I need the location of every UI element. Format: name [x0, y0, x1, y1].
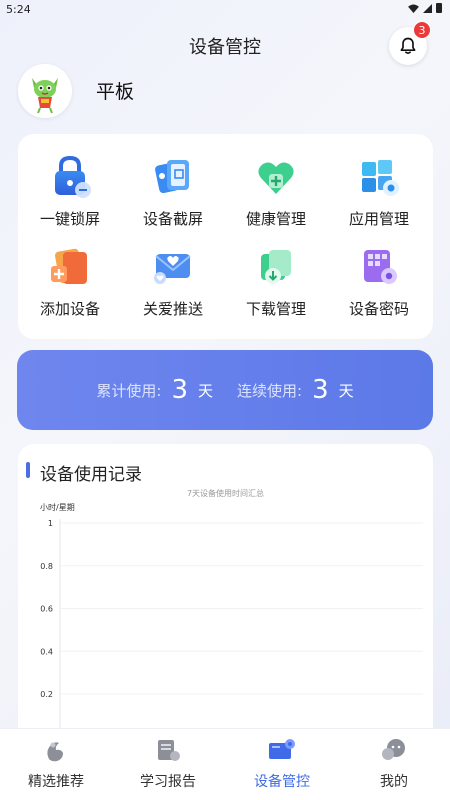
- download-management-button[interactable]: 下载管理: [226, 244, 326, 334]
- status-time: 5:24: [6, 3, 31, 16]
- grid-item-label: 健康管理: [245, 210, 306, 228]
- y-tick-label: 0.8: [40, 562, 53, 571]
- grid-item-label: 一键锁屏: [39, 210, 100, 228]
- device-name: 平板: [96, 81, 135, 103]
- consecutive-usage-label: 连续使用:: [237, 381, 303, 400]
- notification-button[interactable]: 3: [389, 21, 431, 65]
- grid-item-label: 设备密码: [348, 300, 409, 318]
- y-tick-label: 0.6: [40, 605, 53, 614]
- usage-row: 累计使用: 3 天 连续使用: 3 天: [17, 350, 433, 430]
- grid-item-label: 下载管理: [245, 300, 306, 318]
- status-bar: 5:24: [0, 0, 450, 22]
- lock-screen-button[interactable]: 一键锁屏: [20, 154, 120, 244]
- device-password-button[interactable]: 设备密码: [329, 244, 429, 334]
- envelope-heart-icon: [154, 254, 191, 284]
- profile-icon: [382, 739, 405, 760]
- nav-label: 设备管控: [254, 774, 310, 790]
- battery-icon: [436, 3, 442, 13]
- notification-badge: 3: [413, 21, 431, 39]
- nav-item-featured[interactable]: 精选推荐: [6, 737, 106, 797]
- nav-label: 我的: [380, 774, 408, 790]
- device-screenshot-button[interactable]: 设备截屏: [123, 154, 223, 244]
- avatar[interactable]: [18, 64, 72, 118]
- download-icon: [261, 250, 291, 284]
- status-icons: [408, 3, 442, 13]
- nav-item-profile[interactable]: 我的: [344, 737, 444, 797]
- usage-banner: 累计使用: 3 天 连续使用: 3 天: [17, 350, 433, 430]
- health-management-button[interactable]: 健康管理: [226, 154, 326, 244]
- device-control-icon: [269, 739, 295, 759]
- feature-grid: 一键锁屏 设备截屏 健康管理 应用管理 添加设备 关爱推送 下载管理 设备密码: [18, 134, 433, 339]
- nav-label: 学习报告: [140, 774, 196, 790]
- nav-label: 精选推荐: [28, 774, 84, 790]
- page-title: 设备管控: [189, 37, 261, 58]
- grid-item-label: 设备截屏: [142, 210, 203, 228]
- signal-icon: [423, 3, 432, 13]
- total-usage-label: 累计使用:: [96, 381, 162, 400]
- usage-chart: 1 0.8 0.6 0.4 0.2: [40, 519, 423, 744]
- consecutive-usage-unit: 天: [338, 381, 354, 400]
- add-device-button[interactable]: 添加设备: [20, 244, 120, 334]
- total-usage-days: 3: [171, 375, 188, 405]
- bell-icon: [400, 37, 416, 54]
- featured-icon: [47, 742, 63, 762]
- report-icon: [158, 740, 180, 761]
- app-management-button[interactable]: 应用管理: [329, 154, 429, 244]
- apps-icon: [362, 160, 399, 196]
- consecutive-usage-days: 3: [312, 375, 329, 405]
- total-usage-unit: 天: [197, 381, 213, 400]
- nav-item-device-control[interactable]: 设备管控: [232, 737, 332, 797]
- y-tick-label: 0.2: [40, 690, 53, 699]
- y-tick-label: 1: [48, 519, 53, 528]
- password-icon: [364, 250, 397, 284]
- care-push-button[interactable]: 关爱推送: [123, 244, 223, 334]
- y-tick-label: 0.4: [40, 647, 53, 656]
- health-icon: [258, 162, 294, 194]
- wifi-icon: [408, 3, 419, 13]
- grid-item-label: 添加设备: [39, 300, 100, 318]
- screenshot-icon: [155, 160, 189, 194]
- lock-icon: [55, 155, 91, 198]
- bottom-nav: 精选推荐 学习报告 设备管控 我的: [0, 728, 450, 800]
- grid-item-label: 应用管理: [348, 210, 409, 228]
- usage-record-card: 设备使用记录 7天设备使用时间汇总 小时/星期 1 0.8 0.6 0.4 0.2: [18, 444, 433, 744]
- mascot-icon: [18, 64, 72, 118]
- nav-item-report[interactable]: 学习报告: [118, 737, 218, 797]
- add-device-icon: [51, 248, 87, 284]
- grid-item-label: 关爱推送: [142, 300, 203, 318]
